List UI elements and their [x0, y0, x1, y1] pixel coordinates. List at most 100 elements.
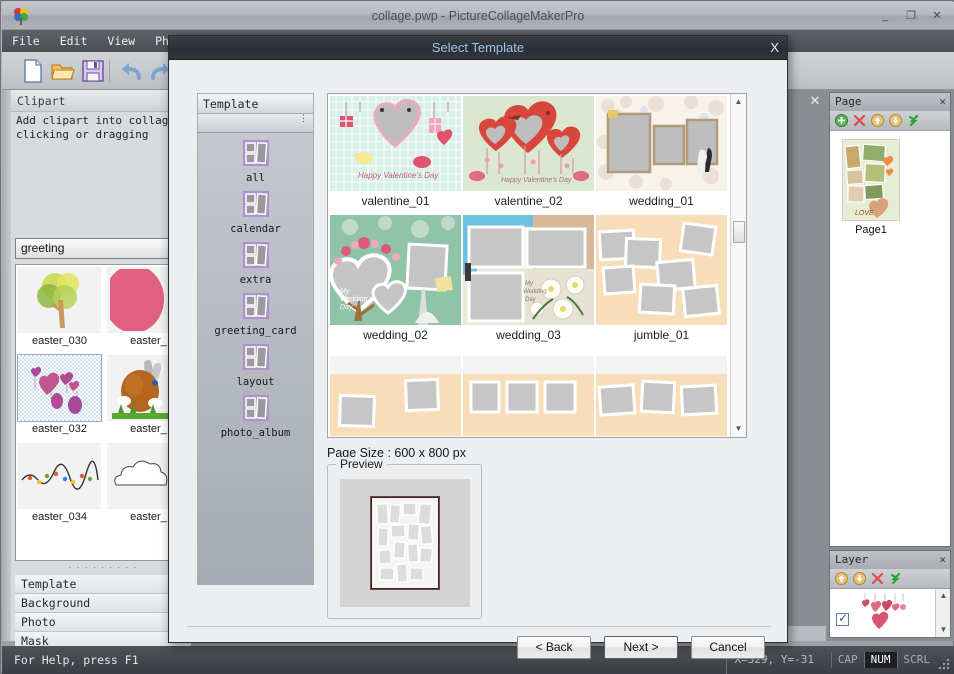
- panel-splitter-dots[interactable]: · · · · · · · · ·: [15, 563, 191, 574]
- scroll-up-arrow-icon[interactable]: ▲: [936, 589, 950, 603]
- save-disk-icon[interactable]: [80, 58, 106, 84]
- svg-text:Happy Valentine's Day: Happy Valentine's Day: [501, 177, 572, 184]
- template-list[interactable]: Happy Valentine's Day valentine_01 Happy…: [327, 93, 747, 438]
- template-item[interactable]: Happy Valentine's Day valentine_02: [463, 96, 594, 212]
- menu-item-file[interactable]: File: [2, 30, 50, 52]
- template-item[interactable]: My Wedding Day wedding_02: [330, 215, 461, 346]
- template-item[interactable]: [596, 356, 727, 436]
- move-down-icon[interactable]: [889, 114, 902, 127]
- move-up-icon[interactable]: [871, 114, 884, 127]
- clipart-thumbnail[interactable]: [18, 443, 101, 509]
- template-thumbnail[interactable]: [596, 96, 727, 191]
- template-thumbnail[interactable]: [330, 356, 461, 436]
- dialog-close-icon[interactable]: X: [770, 36, 779, 60]
- template-label: jumble_01: [633, 328, 690, 342]
- layer-thumbnail[interactable]: [855, 591, 917, 637]
- cancel-button[interactable]: Cancel: [691, 636, 765, 659]
- template-thumbnail[interactable]: My Wedding Day: [463, 215, 594, 325]
- clipart-item[interactable]: easter_032: [17, 354, 102, 439]
- scrollbar-thumb[interactable]: [733, 221, 745, 243]
- page-panel-title: Page ✕: [830, 93, 950, 111]
- category-options-dots-icon[interactable]: ⋮: [299, 114, 308, 123]
- refresh-icon[interactable]: [907, 114, 920, 127]
- clipart-thumbnail-selected[interactable]: [17, 354, 102, 422]
- template-item[interactable]: jumble_01: [596, 215, 727, 346]
- left-panel-header: Clipart: [11, 90, 185, 112]
- template-category-extra[interactable]: extra: [198, 241, 313, 286]
- status-flag-num: NUM: [863, 652, 897, 668]
- delete-page-icon[interactable]: [853, 114, 866, 127]
- refresh-icon[interactable]: [889, 572, 902, 585]
- template-item[interactable]: wedding_01: [596, 96, 727, 212]
- template-category-calendar[interactable]: calendar: [198, 190, 313, 235]
- template-label: valentine_01: [361, 194, 430, 208]
- clipart-grid[interactable]: easter_030 easter_ easter_032 easter_ ea…: [15, 264, 191, 561]
- template-item[interactable]: [463, 356, 594, 436]
- clipart-item[interactable]: easter_034: [18, 443, 101, 527]
- page-thumbnail[interactable]: LOVE: [842, 139, 900, 221]
- category-subheader[interactable]: ⋮: [198, 114, 313, 133]
- open-folder-icon[interactable]: [50, 58, 76, 84]
- new-document-icon[interactable]: [20, 58, 46, 84]
- template-item[interactable]: Happy Valentine's Day valentine_01: [330, 96, 461, 212]
- template-label: wedding_01: [629, 194, 694, 208]
- svg-text:My: My: [525, 281, 534, 287]
- template-category-icon: [242, 242, 269, 268]
- layer-visibility-checkbox[interactable]: [836, 611, 849, 626]
- panel-grip-strip[interactable]: [2, 90, 11, 641]
- maximize-button[interactable]: ❐: [900, 8, 922, 24]
- page-panel-body[interactable]: LOVE Page1: [830, 131, 950, 546]
- template-item[interactable]: [330, 356, 461, 436]
- template-thumbnail[interactable]: My Wedding Day: [330, 215, 461, 325]
- template-list-scrollbar[interactable]: ▲ ▼: [730, 94, 746, 437]
- delete-layer-icon[interactable]: [871, 572, 884, 585]
- template-category-photo-album[interactable]: photo_album: [198, 394, 313, 439]
- template-thumbnail[interactable]: [596, 215, 727, 325]
- scroll-down-arrow-icon[interactable]: ▼: [936, 623, 950, 637]
- window-controls: _ ❐ ✕: [874, 8, 948, 24]
- preview-legend-label: Preview: [336, 457, 387, 471]
- scroll-up-arrow-icon[interactable]: ▲: [731, 94, 746, 110]
- sidebar-item-photo[interactable]: Photo: [15, 613, 191, 632]
- resize-grip-icon[interactable]: [938, 658, 950, 670]
- page-panel-close-icon[interactable]: ✕: [939, 93, 946, 111]
- scroll-down-arrow-icon[interactable]: ▼: [731, 421, 746, 437]
- page-item[interactable]: LOVE Page1: [842, 139, 900, 236]
- next-button[interactable]: Next >: [604, 636, 678, 659]
- sidebar-item-background[interactable]: Background: [15, 594, 191, 613]
- template-category-icon: [242, 191, 269, 217]
- undo-arrow-icon[interactable]: [118, 58, 144, 84]
- layer-panel-body[interactable]: ▲ ▼: [830, 589, 950, 637]
- close-button[interactable]: ✕: [926, 8, 948, 24]
- layer-item[interactable]: ▲ ▼: [830, 589, 950, 637]
- template-category-header: Template Category: [197, 93, 314, 131]
- add-page-icon[interactable]: [835, 114, 848, 127]
- page-panel-title-label: Page: [835, 95, 862, 108]
- template-category-panel[interactable]: ⋮ all calendar extra greeting_card layou…: [197, 113, 314, 585]
- window-title: collage.pwp - PictureCollageMakerPro: [371, 9, 585, 23]
- template-thumbnail[interactable]: Happy Valentine's Day: [463, 96, 594, 191]
- clipart-category-combo[interactable]: greeting: [15, 238, 191, 259]
- canvas-close-icon[interactable]: ✕: [806, 93, 824, 111]
- menu-item-edit[interactable]: Edit: [50, 30, 98, 52]
- jumble-row3-thumb-1: [330, 356, 461, 436]
- template-category-all[interactable]: all: [198, 139, 313, 184]
- layer-panel-close-icon[interactable]: ✕: [939, 551, 946, 569]
- template-thumbnail[interactable]: Happy Valentine's Day: [330, 96, 461, 191]
- move-up-icon[interactable]: [835, 572, 848, 585]
- menu-item-view[interactable]: View: [97, 30, 145, 52]
- template-category-greeting-card[interactable]: greeting_card: [198, 292, 313, 337]
- clipart-item[interactable]: easter_030: [18, 267, 101, 351]
- back-button[interactable]: < Back: [517, 636, 591, 659]
- template-thumbnail[interactable]: [463, 356, 594, 436]
- clipart-thumbnail[interactable]: [18, 267, 101, 333]
- sidebar-item-template[interactable]: Template: [15, 575, 191, 594]
- template-thumbnail[interactable]: [596, 356, 727, 436]
- svg-text:Wedding: Wedding: [523, 289, 547, 295]
- template-item[interactable]: My Wedding Day wedding_03: [463, 215, 594, 346]
- minimize-button[interactable]: _: [874, 8, 896, 24]
- layer-scrollbar[interactable]: ▲ ▼: [935, 589, 950, 637]
- dialog-button-row: < Back Next > Cancel: [517, 636, 765, 659]
- template-category-layout[interactable]: layout: [198, 343, 313, 388]
- move-down-icon[interactable]: [853, 572, 866, 585]
